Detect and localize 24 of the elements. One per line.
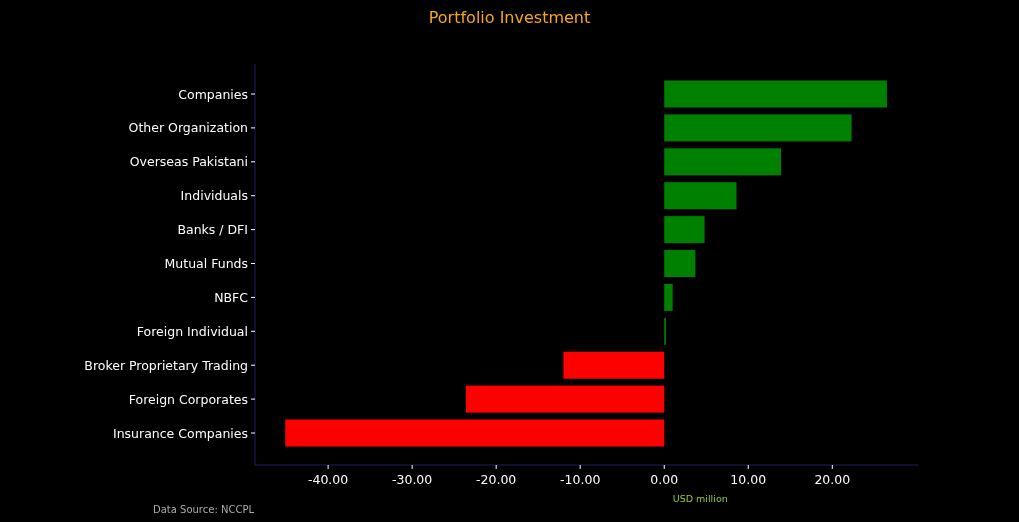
category-label: Individuals xyxy=(180,188,248,204)
category-label: Other Organization xyxy=(128,120,248,136)
bar xyxy=(664,250,696,277)
tick-label: -10.00 xyxy=(560,472,601,487)
tick-label: -30.00 xyxy=(392,472,433,487)
category-label: Overseas Pakistani xyxy=(129,154,248,170)
tick-label: 10.00 xyxy=(730,472,767,487)
tick-label: 0.00 xyxy=(650,472,679,487)
category-label: Broker Proprietary Trading xyxy=(84,357,248,373)
bar xyxy=(664,216,705,244)
category-label: Companies xyxy=(178,86,248,102)
category-label: Banks / DFI xyxy=(177,222,248,238)
category-label: Foreign Individual xyxy=(136,323,248,339)
tick-label: -20.00 xyxy=(476,472,517,487)
tick-label: 20.00 xyxy=(814,472,851,487)
category-label: NBFC xyxy=(214,289,248,305)
category-label: Insurance Companies xyxy=(112,425,248,441)
axis-label: USD million xyxy=(672,493,728,504)
bar xyxy=(664,283,673,311)
data-source: Data Source: NCCPL xyxy=(153,504,254,515)
category-label: Foreign Corporates xyxy=(128,391,248,407)
category-label: Mutual Funds xyxy=(164,256,248,271)
chart-title: Portfolio Investment xyxy=(428,7,591,29)
tick-label: -40.00 xyxy=(307,472,349,487)
